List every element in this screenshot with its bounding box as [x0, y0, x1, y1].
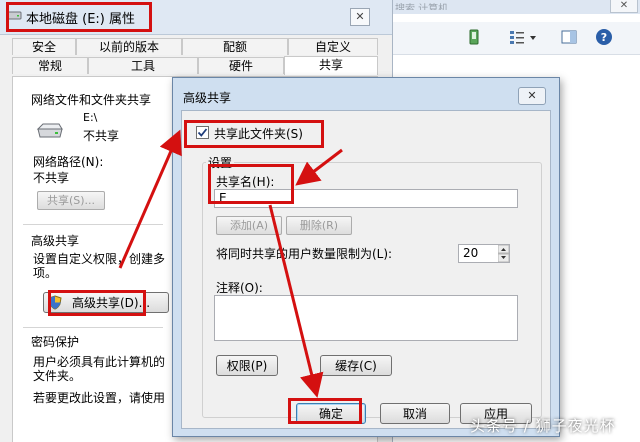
arrow-to-share-name [295, 148, 343, 186]
watermark: 头条号 / 狮子夜光杯 [470, 417, 616, 435]
annotation-arrows [118, 129, 343, 398]
arrow-to-checkbox [118, 129, 182, 269]
arrow-to-ok-button [268, 204, 324, 398]
